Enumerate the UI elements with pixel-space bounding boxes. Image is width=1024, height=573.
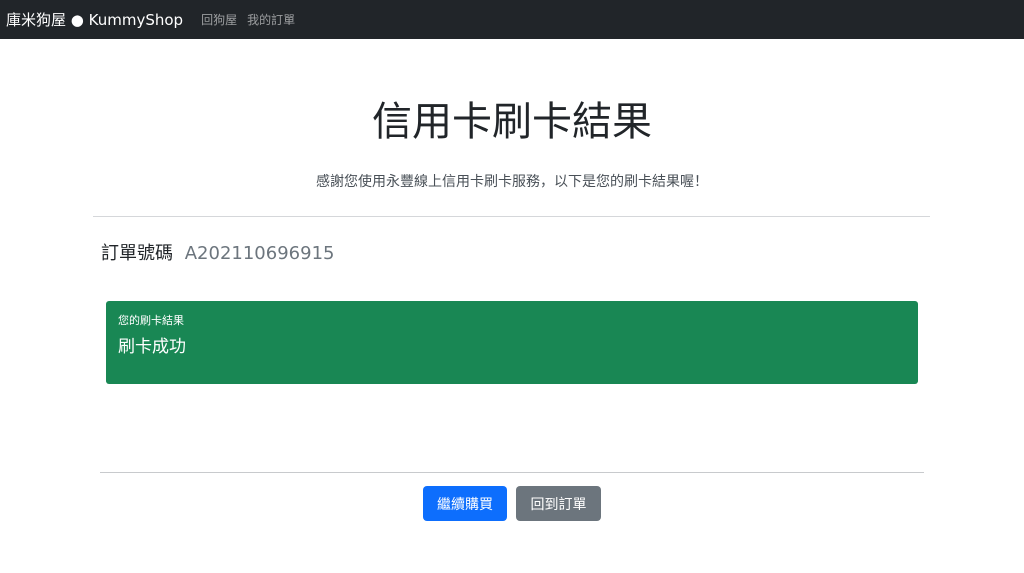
lead-text: 感謝您使用永豐線上信用卡刷卡服務，以下是您的刷卡結果喔！ [316, 174, 708, 190]
divider-bottom [100, 472, 924, 473]
top-navbar: 庫米狗屋 ● KummyShop 回狗屋 我的訂單 [0, 0, 1024, 39]
result-card-header: 您的刷卡結果 [118, 314, 184, 327]
payment-result-card: 您的刷卡結果 刷卡成功 [106, 301, 918, 384]
divider-top [93, 216, 930, 217]
continue-shopping-button[interactable]: 繼續購買 [423, 486, 507, 521]
nav-link-my-orders[interactable]: 我的訂單 [247, 11, 295, 28]
back-to-order-button[interactable]: 回到訂單 [516, 486, 601, 521]
result-card-value: 刷卡成功 [118, 337, 186, 357]
nav-link-home[interactable]: 回狗屋 [201, 11, 237, 28]
order-number-value: A202110696915 [184, 243, 335, 264]
brand-link[interactable]: 庫米狗屋 ● KummyShop [6, 9, 183, 30]
order-number-line: 訂單號碼 A202110696915 [101, 241, 334, 267]
order-number-label: 訂單號碼 [101, 243, 173, 264]
page-title: 信用卡刷卡結果 [372, 99, 652, 145]
